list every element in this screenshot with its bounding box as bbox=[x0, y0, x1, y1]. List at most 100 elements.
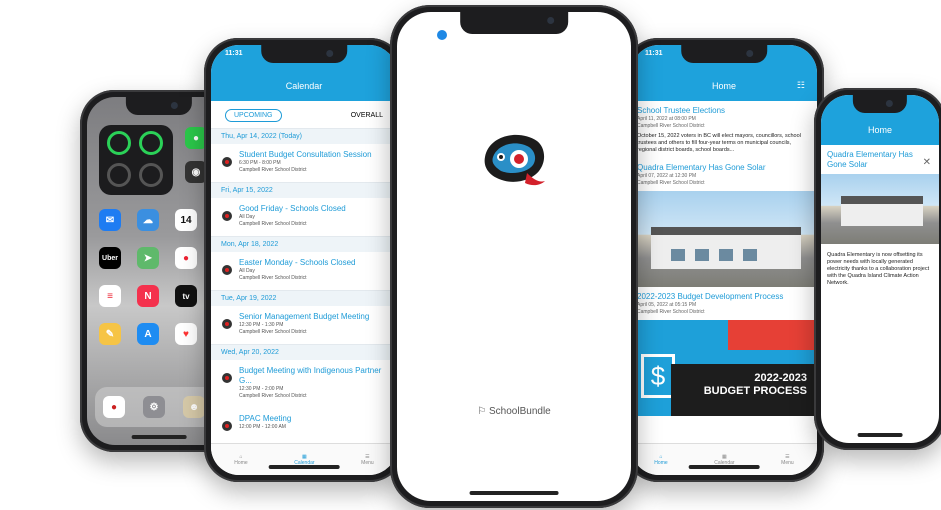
tab-home[interactable]: ⌂ Home bbox=[234, 454, 247, 466]
event-title: Budget Meeting with Indigenous Partner G… bbox=[239, 366, 382, 385]
post-title: 2022-2023 Budget Development Process bbox=[637, 292, 784, 301]
district-logo-icon bbox=[484, 134, 545, 186]
news-post[interactable]: School Trustee Elections April 11, 2022 … bbox=[631, 101, 817, 158]
calendar-event[interactable]: Budget Meeting with Indigenous Partner G… bbox=[211, 360, 397, 408]
event-time: All Day bbox=[239, 268, 255, 274]
news-icon[interactable]: N bbox=[137, 285, 159, 307]
post-title: Quadra Elementary Has Gone Solar bbox=[637, 163, 766, 172]
district-logo-icon bbox=[222, 421, 232, 431]
tab-menu[interactable]: ☰ Menu bbox=[781, 454, 794, 466]
district-logo-icon bbox=[222, 373, 232, 383]
calendar-event[interactable]: Senior Management Budget Meeting 12:30 P… bbox=[211, 306, 397, 344]
maps-icon[interactable]: ➤ bbox=[137, 247, 159, 269]
event-org: Campbell River School District bbox=[239, 275, 307, 281]
status-time: 11:31 bbox=[645, 50, 663, 57]
bottom-tab-bar: ⌂ Home ▦ Calendar ☰ Menu bbox=[631, 443, 817, 475]
tab-calendar[interactable]: ▦ Calendar bbox=[294, 454, 314, 466]
settings-icon[interactable]: ⚙ bbox=[143, 396, 165, 418]
notes-icon[interactable]: ✎ bbox=[99, 323, 121, 345]
calendar-event[interactable]: Good Friday - Schools Closed All Day Cam… bbox=[211, 198, 397, 236]
school-photo bbox=[631, 191, 817, 287]
page-title: Home bbox=[711, 81, 736, 91]
event-org: Campbell River School District bbox=[239, 329, 307, 335]
school-app-icon[interactable]: ● bbox=[103, 396, 125, 418]
event-org: Campbell River School District bbox=[239, 167, 307, 173]
calendar-segment-control: UPCOMING OVERALL bbox=[211, 101, 397, 128]
calendar-event[interactable]: DPAC Meeting 12:00 PM - 12:00 AM bbox=[211, 408, 397, 440]
post-date: April 07, 2022 at 12:30 PM bbox=[637, 173, 697, 179]
calendar-screen: 11:31 Calendar UPCOMING OVERALL Thu, Apr… bbox=[211, 45, 397, 475]
event-title: DPAC Meeting bbox=[239, 414, 292, 423]
contacts-icon[interactable]: ☻ bbox=[183, 396, 205, 418]
page-title: Calendar bbox=[285, 81, 323, 91]
post-date: April 11, 2022 at 08:00 PM bbox=[637, 116, 696, 122]
segment-upcoming[interactable]: UPCOMING bbox=[225, 109, 282, 122]
budget-banner-image: $ 2022-2023 BUDGET PROCESS bbox=[631, 320, 817, 416]
app-showcase: ● ◉ ✉ ☁ 14 Uber ➤ ● ≡ N tv ✎ A ♥ ● ⚙ ☻ 1… bbox=[0, 0, 941, 510]
article-headline-block: Quadra Elementary Has Gone Solar bbox=[821, 145, 939, 174]
weather-icon[interactable]: ☁ bbox=[137, 209, 159, 231]
article-body-block: Quadra Elementary is now offsetting its … bbox=[821, 244, 939, 291]
uber-icon[interactable]: Uber bbox=[99, 247, 121, 269]
calendar-icon[interactable]: 14 bbox=[175, 209, 197, 231]
event-time: 12:30 PM - 1:30 PM bbox=[239, 322, 284, 328]
brand-label: ⚐ SchoolBundle bbox=[477, 406, 551, 417]
mail-icon[interactable]: ✉ bbox=[99, 209, 121, 231]
schoolbundle-icon: ⚐ bbox=[477, 406, 487, 417]
event-time: 6:30 PM - 8:00 PM bbox=[239, 160, 281, 166]
bottom-tab-bar: ⌂ Home ▦ Calendar ☰ Menu bbox=[211, 443, 397, 475]
banner-year: 2022-2023 bbox=[754, 372, 807, 384]
event-time: 12:30 PM - 2:00 PM bbox=[239, 386, 284, 392]
google-maps-icon[interactable]: ● bbox=[175, 247, 197, 269]
article-photo bbox=[821, 174, 939, 244]
filter-icon[interactable]: ☷ bbox=[797, 80, 805, 91]
day-header: Fri, Apr 15, 2022 bbox=[211, 182, 397, 198]
district-logo-icon bbox=[222, 157, 232, 167]
splash-screen: ⚐ SchoolBundle bbox=[397, 12, 631, 501]
phone-calendar: 11:31 Calendar UPCOMING OVERALL Thu, Apr… bbox=[204, 38, 404, 482]
tab-home[interactable]: ⌂ Home bbox=[654, 454, 667, 466]
notification-dot bbox=[437, 30, 447, 40]
phone-article: Home ✕ Quadra Elementary Has Gone Solar … bbox=[814, 88, 941, 450]
district-logo-icon bbox=[222, 265, 232, 275]
article-headline: Quadra Elementary Has Gone Solar bbox=[827, 150, 913, 169]
event-time: All Day bbox=[239, 214, 255, 220]
calendar-event[interactable]: Easter Monday - Schools Closed All Day C… bbox=[211, 252, 397, 290]
event-org: Campbell River School District bbox=[239, 221, 307, 227]
health-icon[interactable]: ♥ bbox=[175, 323, 197, 345]
tv-icon[interactable]: tv bbox=[175, 285, 197, 307]
day-header: Mon, Apr 18, 2022 bbox=[211, 236, 397, 252]
post-date: April 05, 2022 at 05:15 PM bbox=[637, 302, 697, 308]
tab-menu[interactable]: ☰ Menu bbox=[361, 454, 374, 466]
event-title: Easter Monday - Schools Closed bbox=[239, 258, 356, 267]
post-title: School Trustee Elections bbox=[637, 106, 726, 115]
day-header: Tue, Apr 19, 2022 bbox=[211, 290, 397, 306]
calendar-event[interactable]: Student Budget Consultation Session 6:30… bbox=[211, 144, 397, 182]
day-header: Thu, Apr 14, 2022 (Today) bbox=[211, 128, 397, 144]
district-logo-icon bbox=[222, 211, 232, 221]
district-logo-icon bbox=[222, 319, 232, 329]
article-screen: Home ✕ Quadra Elementary Has Gone Solar … bbox=[821, 95, 939, 443]
app-store-icon[interactable]: A bbox=[137, 323, 159, 345]
news-post[interactable]: Quadra Elementary Has Gone Solar April 0… bbox=[631, 158, 817, 191]
close-icon[interactable]: ✕ bbox=[923, 157, 931, 168]
post-org: Campbell River School District bbox=[637, 123, 705, 129]
event-time: 12:00 PM - 12:00 AM bbox=[239, 424, 286, 430]
segment-overall[interactable]: OVERALL bbox=[351, 112, 383, 119]
page-title: Home bbox=[867, 125, 892, 135]
news-post[interactable]: 2022-2023 Budget Development Process Apr… bbox=[631, 287, 817, 320]
tab-calendar[interactable]: ▦ Calendar bbox=[714, 454, 734, 466]
post-body: October 15, 2022 voters in BC will elect… bbox=[637, 133, 801, 153]
battery-widget[interactable] bbox=[99, 125, 173, 195]
phone-splash: ⚐ SchoolBundle bbox=[390, 5, 638, 508]
phone-home-feed: 11:31 Home ☷ School Trustee Elections Ap… bbox=[624, 38, 824, 482]
event-title: Good Friday - Schools Closed bbox=[239, 204, 346, 213]
dollar-icon: $ bbox=[641, 354, 675, 398]
post-org: Campbell River School District bbox=[637, 309, 705, 315]
home-feed-screen: 11:31 Home ☷ School Trustee Elections Ap… bbox=[631, 45, 817, 475]
event-org: Campbell River School District bbox=[239, 393, 307, 399]
status-time: 11:31 bbox=[225, 50, 243, 57]
reminders-icon[interactable]: ≡ bbox=[99, 285, 121, 307]
event-title: Student Budget Consultation Session bbox=[239, 150, 372, 159]
day-header: Wed, Apr 20, 2022 bbox=[211, 344, 397, 360]
